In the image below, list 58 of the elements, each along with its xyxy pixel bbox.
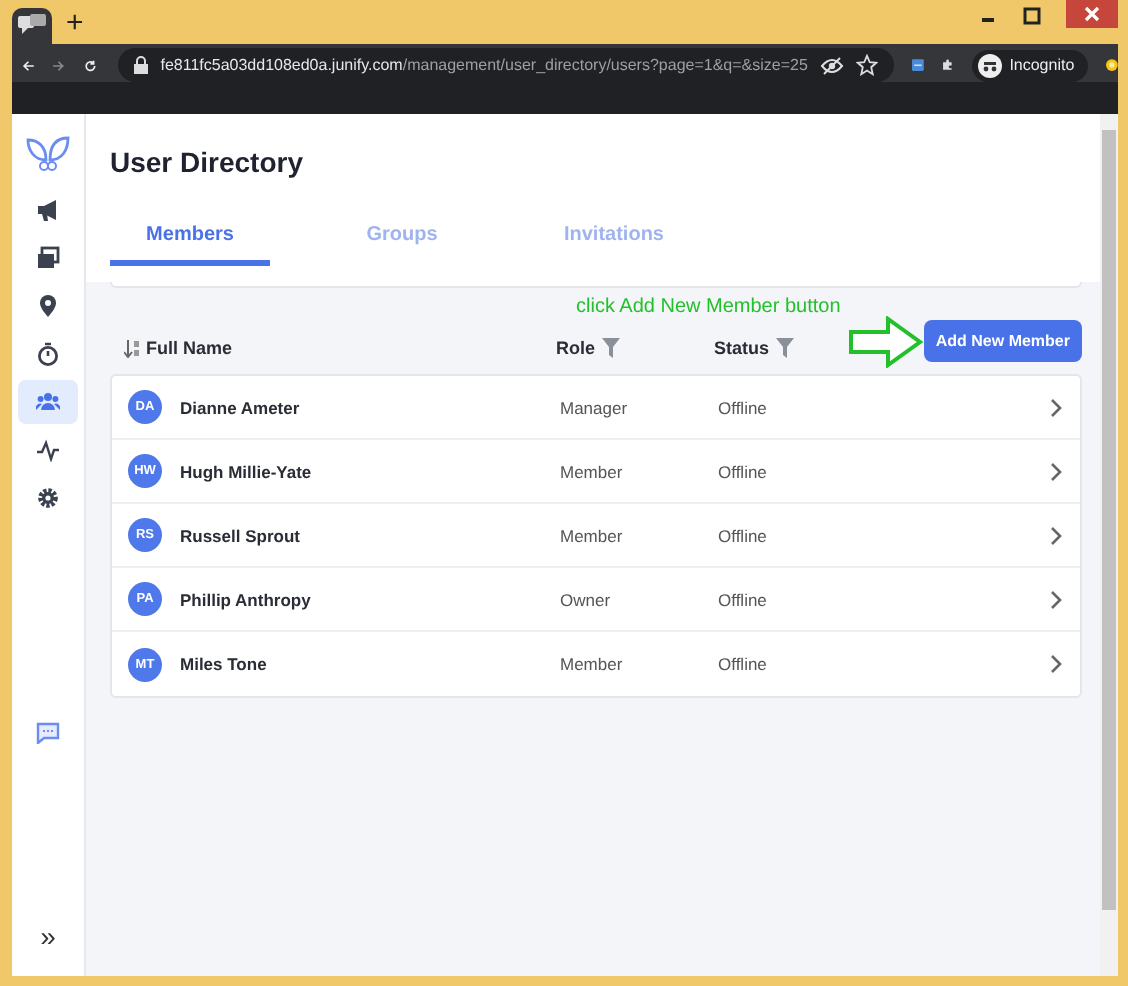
scrollbar-thumb[interactable] bbox=[1102, 130, 1116, 910]
column-header[interactable]: Role bbox=[556, 338, 714, 358]
people-icon bbox=[36, 390, 60, 414]
chevron-right-icon[interactable] bbox=[1050, 654, 1062, 674]
annotation-text: click Add New Member button bbox=[576, 296, 841, 318]
megaphone-icon bbox=[36, 198, 60, 222]
star-icon[interactable] bbox=[855, 54, 878, 76]
close-button[interactable] bbox=[1066, 0, 1118, 28]
arrow-icon bbox=[848, 316, 924, 368]
incognito-icon bbox=[977, 53, 1002, 77]
gear-icon bbox=[36, 486, 60, 510]
page-title: User Directory bbox=[110, 146, 305, 178]
table-cell-text: Manager bbox=[560, 397, 630, 417]
member-name: Dianne Ameter bbox=[180, 397, 302, 417]
chat-icon[interactable] bbox=[36, 722, 60, 744]
stopwatch-icon bbox=[36, 342, 60, 366]
expand-sidebar-button[interactable]: » bbox=[40, 920, 56, 952]
leaf-logo-icon[interactable] bbox=[26, 136, 70, 172]
member-name: Russell Sprout bbox=[180, 525, 302, 545]
member-name: Miles Tone bbox=[180, 654, 269, 674]
table-cell-text: Offline bbox=[718, 461, 769, 481]
address-bar[interactable]: fe811fc5a03dd108ed0a.junify.com/management/user_directory/users?page=1&q=&size=25 bbox=[118, 48, 894, 82]
table-cell-text: Owner bbox=[560, 589, 613, 609]
filter-icon[interactable] bbox=[601, 338, 620, 358]
extension-icon[interactable] bbox=[911, 54, 924, 76]
chevron-right-icon[interactable] bbox=[1050, 461, 1062, 481]
account-avatar-icon[interactable] bbox=[1106, 54, 1119, 76]
profile-chip[interactable]: Incognito bbox=[971, 49, 1089, 81]
sort-icon bbox=[124, 339, 140, 357]
location-pin-icon bbox=[36, 294, 60, 318]
table-cell-text: Offline bbox=[718, 525, 769, 545]
column-header[interactable]: Status bbox=[714, 338, 794, 358]
column-header[interactable]: Full Name bbox=[124, 338, 556, 358]
browser-tab[interactable] bbox=[12, 8, 52, 44]
table-cell-text: Member bbox=[560, 525, 625, 545]
puzzle-icon[interactable] bbox=[941, 54, 954, 76]
windows-icon bbox=[36, 246, 60, 270]
add-member-button[interactable]: Add New Member bbox=[923, 320, 1082, 362]
chevron-right-icon[interactable] bbox=[1050, 397, 1062, 417]
table-cell-text: Member bbox=[560, 461, 625, 481]
scrollbar[interactable] bbox=[1100, 114, 1118, 976]
close-icon bbox=[1082, 4, 1102, 24]
chevron-right-icon[interactable] bbox=[1050, 589, 1062, 609]
maximize-icon[interactable] bbox=[1022, 6, 1042, 26]
new-tab-button[interactable]: + bbox=[60, 7, 90, 37]
table-cell-text: Offline bbox=[718, 654, 769, 674]
lock-icon bbox=[134, 56, 149, 74]
pulse-icon bbox=[36, 438, 60, 462]
filter-icon[interactable] bbox=[775, 338, 794, 358]
chat-bubbles-icon bbox=[18, 14, 46, 38]
eye-slash-icon[interactable] bbox=[819, 55, 844, 75]
table-cell-text: Member bbox=[560, 654, 625, 674]
tab[interactable]: Members bbox=[110, 224, 270, 266]
member-name: Phillip Anthropy bbox=[180, 589, 313, 609]
table-cell-text: Offline bbox=[718, 589, 769, 609]
table-cell-text: Offline bbox=[718, 397, 769, 417]
chevron-right-icon[interactable] bbox=[1050, 525, 1062, 545]
member-name: Hugh Millie-Yate bbox=[180, 461, 314, 481]
